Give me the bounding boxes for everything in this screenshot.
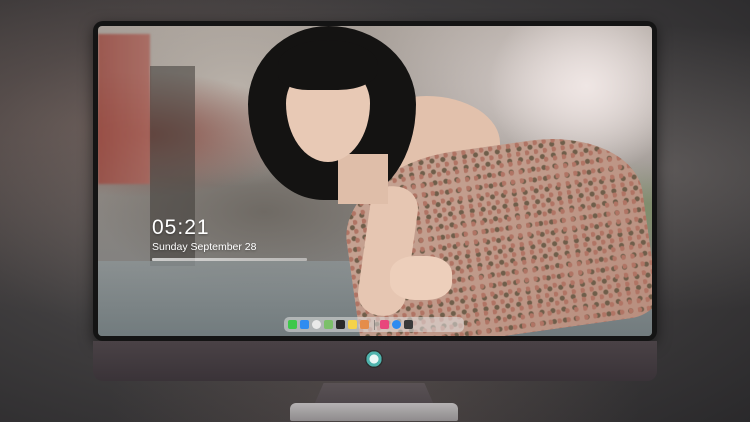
wallpaper-building: [98, 34, 150, 184]
clock-date: Sunday September 28: [152, 241, 257, 253]
mail-icon[interactable]: [300, 320, 309, 329]
photos-icon[interactable]: [360, 320, 369, 329]
monitor: 05:21 Sunday September 28: [93, 21, 657, 383]
messages-icon[interactable]: [288, 320, 297, 329]
dock-separator: [374, 319, 375, 330]
desktop-screen[interactable]: 05:21 Sunday September 28: [98, 26, 652, 336]
monitor-bezel: 05:21 Sunday September 28: [93, 21, 657, 341]
maps-icon[interactable]: [324, 320, 333, 329]
clock-time: 05:21: [152, 216, 210, 239]
dock: [284, 317, 464, 332]
notes-icon[interactable]: [348, 320, 357, 329]
monitor-chin: [93, 341, 657, 381]
monitor-stand-base: [290, 403, 458, 421]
person-neck: [338, 154, 388, 204]
music-icon[interactable]: [380, 320, 389, 329]
person-hand: [390, 256, 452, 300]
brand-logo-icon: [365, 350, 383, 368]
date-subline: [152, 258, 307, 261]
monitor-stand-neck: [314, 383, 434, 405]
app-store-icon[interactable]: [392, 320, 401, 329]
person-bangs: [278, 40, 378, 90]
clapper-icon[interactable]: [336, 320, 345, 329]
camera-icon[interactable]: [404, 320, 413, 329]
safari-icon[interactable]: [312, 320, 321, 329]
